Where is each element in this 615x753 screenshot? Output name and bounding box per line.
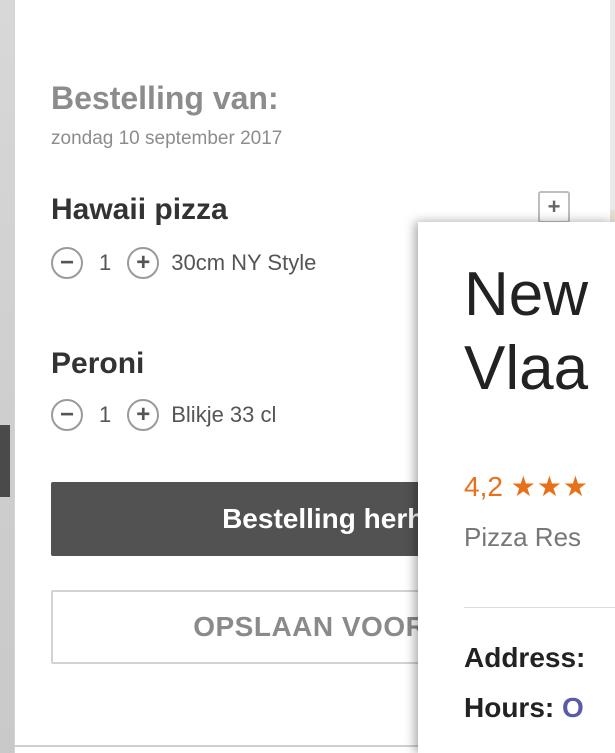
order-date: zondag 10 september 2017 <box>51 128 283 149</box>
place-name-line: Vlaa <box>464 334 589 403</box>
item-name: Peroni <box>51 347 145 380</box>
decrease-quantity-button[interactable]: − <box>51 399 83 431</box>
quantity-value: 1 <box>99 250 112 275</box>
item-option: Blikje 33 cl <box>171 402 277 427</box>
hours-label: Hours: <box>464 692 555 723</box>
decrease-quantity-button[interactable]: − <box>51 247 83 279</box>
add-item-button[interactable]: + <box>538 191 570 223</box>
background-page-edge <box>0 0 14 753</box>
quantity-value: 1 <box>99 402 112 427</box>
rating: 4,2 ★★★ <box>464 470 589 503</box>
item-option: 30cm NY Style <box>171 250 317 275</box>
place-name-line: New <box>464 260 589 329</box>
place-name: New Vlaa <box>464 258 588 406</box>
order-title: Bestelling van: <box>51 80 279 116</box>
background-dark-block <box>0 425 10 497</box>
divider <box>464 607 615 608</box>
item-name: Hawaii pizza <box>51 193 228 226</box>
quantity-stepper: − 1 + Blikje 33 cl <box>51 397 276 433</box>
hours-value[interactable]: O <box>562 692 584 723</box>
quantity-stepper: − 1 + 30cm NY Style <box>51 245 316 281</box>
increase-quantity-button[interactable]: + <box>127 399 160 431</box>
place-info-popup: New Vlaa 4,2 ★★★ Pizza Res Address: Hour… <box>418 222 615 753</box>
place-category: Pizza Res <box>464 522 582 552</box>
address-label: Address: <box>464 642 586 673</box>
increase-quantity-button[interactable]: + <box>127 247 160 279</box>
hours-row: Hours: O <box>464 692 584 724</box>
star-rating-icon: ★★★ <box>510 471 590 502</box>
rating-value: 4,2 <box>464 471 503 502</box>
